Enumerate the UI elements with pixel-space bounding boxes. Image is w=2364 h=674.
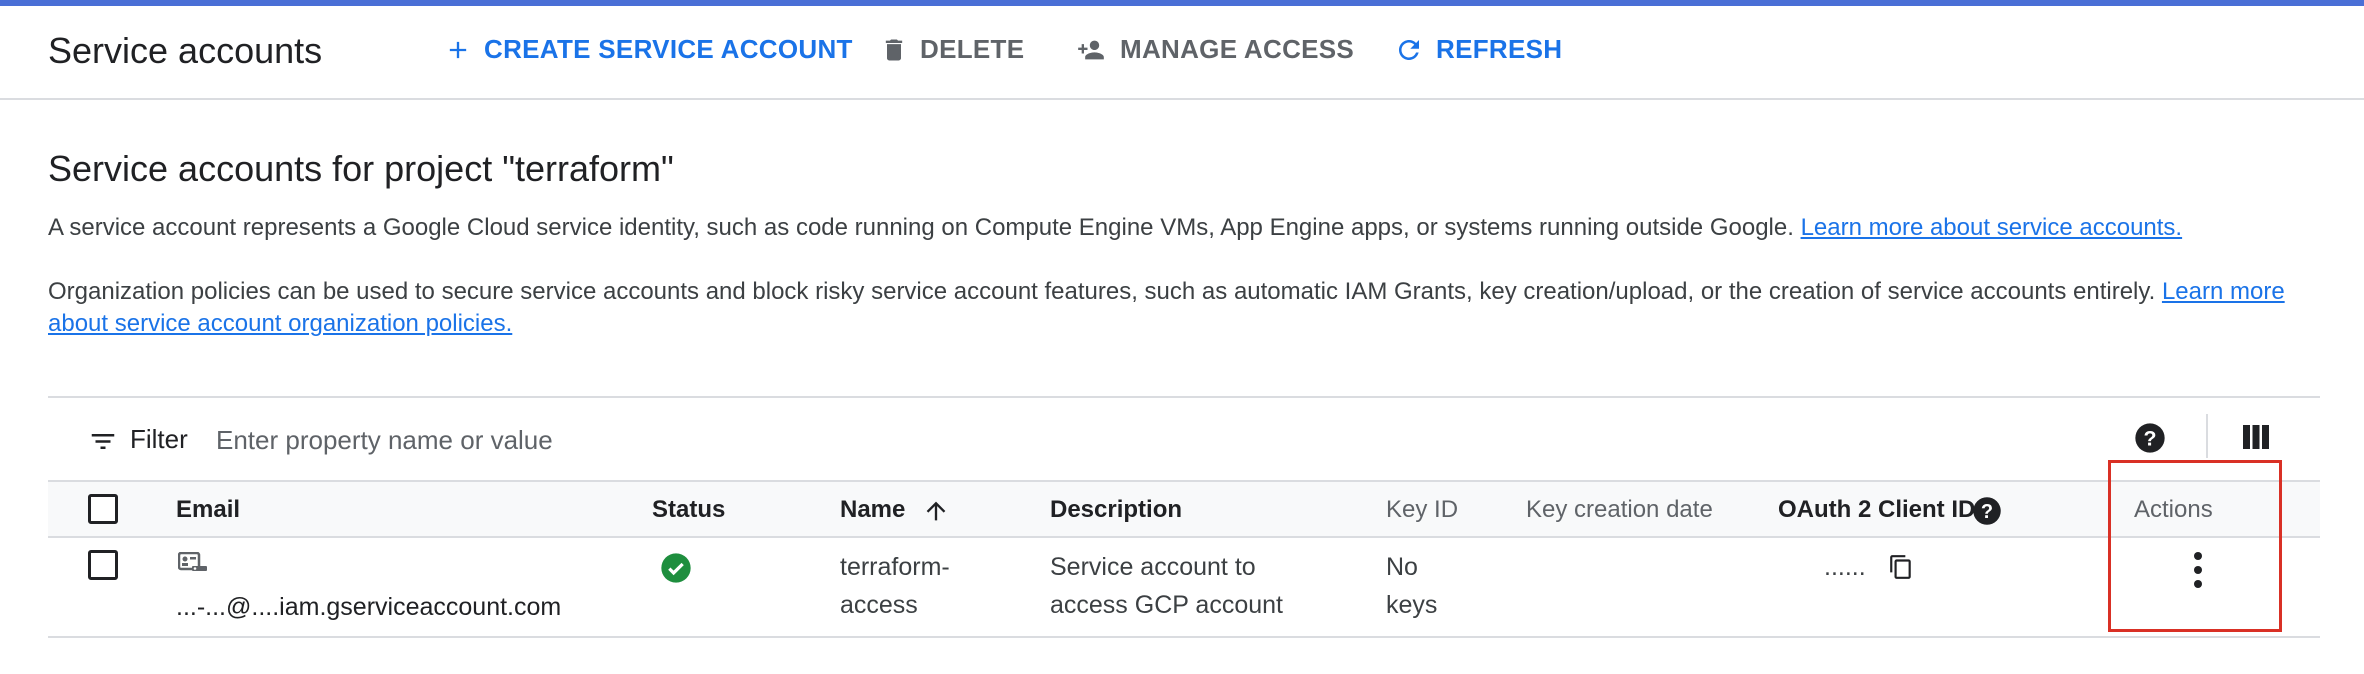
add-icon [449,41,467,58]
oauth-client-id-cell: ...... [1824,553,1866,581]
copy-icon[interactable] [1888,552,1914,582]
org-policy-description: Organization policies can be used to sec… [48,276,2298,340]
org-policy-text: Organization policies can be used to sec… [48,278,2156,305]
column-header-status[interactable]: Status [652,496,725,524]
description-line: access GCP account [1050,591,1283,619]
row-select-checkbox[interactable] [88,550,118,580]
check-circle-icon [661,553,691,583]
column-header-oauth-client-id[interactable]: OAuth 2 Client ID [1778,496,1975,524]
filter-icon [91,434,115,449]
service-accounts-table: Filter ? Email Status Name Description K… [48,396,2320,638]
filter-bar: Filter ? [48,398,2320,480]
create-service-account-button[interactable]: CREATE SERVICE ACCOUNT [444,34,853,65]
person-add-icon [1078,40,1104,59]
description-line: Service account to [1050,553,1256,581]
column-header-key-creation-date[interactable]: Key creation date [1526,496,1713,524]
key-id-line: No [1386,553,1418,581]
delete-button[interactable]: DELETE [880,34,1024,65]
service-account-key-icon [178,552,207,571]
section-heading: Service accounts for project "terraform" [48,148,674,189]
help-icon[interactable]: ? [1972,496,2002,526]
delete-label: DELETE [920,34,1025,64]
toolbar: Service accounts CREATE SERVICE ACCOUNT … [0,6,2364,100]
svg-text:?: ? [2143,426,2156,450]
column-header-name[interactable]: Name [840,496,905,524]
table-row: ...-...@....iam.gserviceaccount.com terr… [48,538,2320,638]
email-cell[interactable]: ...-...@....iam.gserviceaccount.com [176,588,561,626]
key-id-cell: No keys [1386,548,1437,624]
manage-access-button[interactable]: MANAGE ACCESS [1074,34,1354,65]
filter-label: Filter [130,424,188,454]
name-line: terraform- [840,553,950,581]
column-header-key-id[interactable]: Key ID [1386,496,1458,524]
table-header-row: Email Status Name Description Key ID Key… [48,480,2320,538]
create-service-account-label: CREATE SERVICE ACCOUNT [484,34,853,64]
refresh-icon [1399,39,1419,60]
service-account-description: A service account represents a Google Cl… [48,212,2298,244]
filter-input[interactable] [216,420,1416,460]
help-icon[interactable]: ? [2134,422,2166,454]
refresh-button[interactable]: REFRESH [1394,34,1562,65]
key-id-line: keys [1386,591,1438,619]
name-cell: terraform- access [840,548,950,624]
page-title: Service accounts [48,30,323,71]
description-cell: Service account to access GCP account [1050,548,1283,624]
name-line: access [840,591,918,619]
column-display-icon[interactable] [2242,424,2270,450]
manage-access-label: MANAGE ACCESS [1120,34,1355,64]
trash-icon [885,39,903,60]
learn-more-service-accounts-link[interactable]: Learn more about service accounts. [1801,214,2183,241]
actions-highlight-box [2108,460,2282,632]
toolbar-divider [2206,414,2208,458]
description-text: A service account represents a Google Cl… [48,214,1794,241]
refresh-label: REFRESH [1436,34,1563,64]
select-all-checkbox[interactable] [88,494,118,524]
column-header-description[interactable]: Description [1050,496,1182,524]
arrow-up-icon[interactable] [922,496,950,526]
column-header-email[interactable]: Email [176,496,240,524]
svg-text:?: ? [1981,501,1993,523]
